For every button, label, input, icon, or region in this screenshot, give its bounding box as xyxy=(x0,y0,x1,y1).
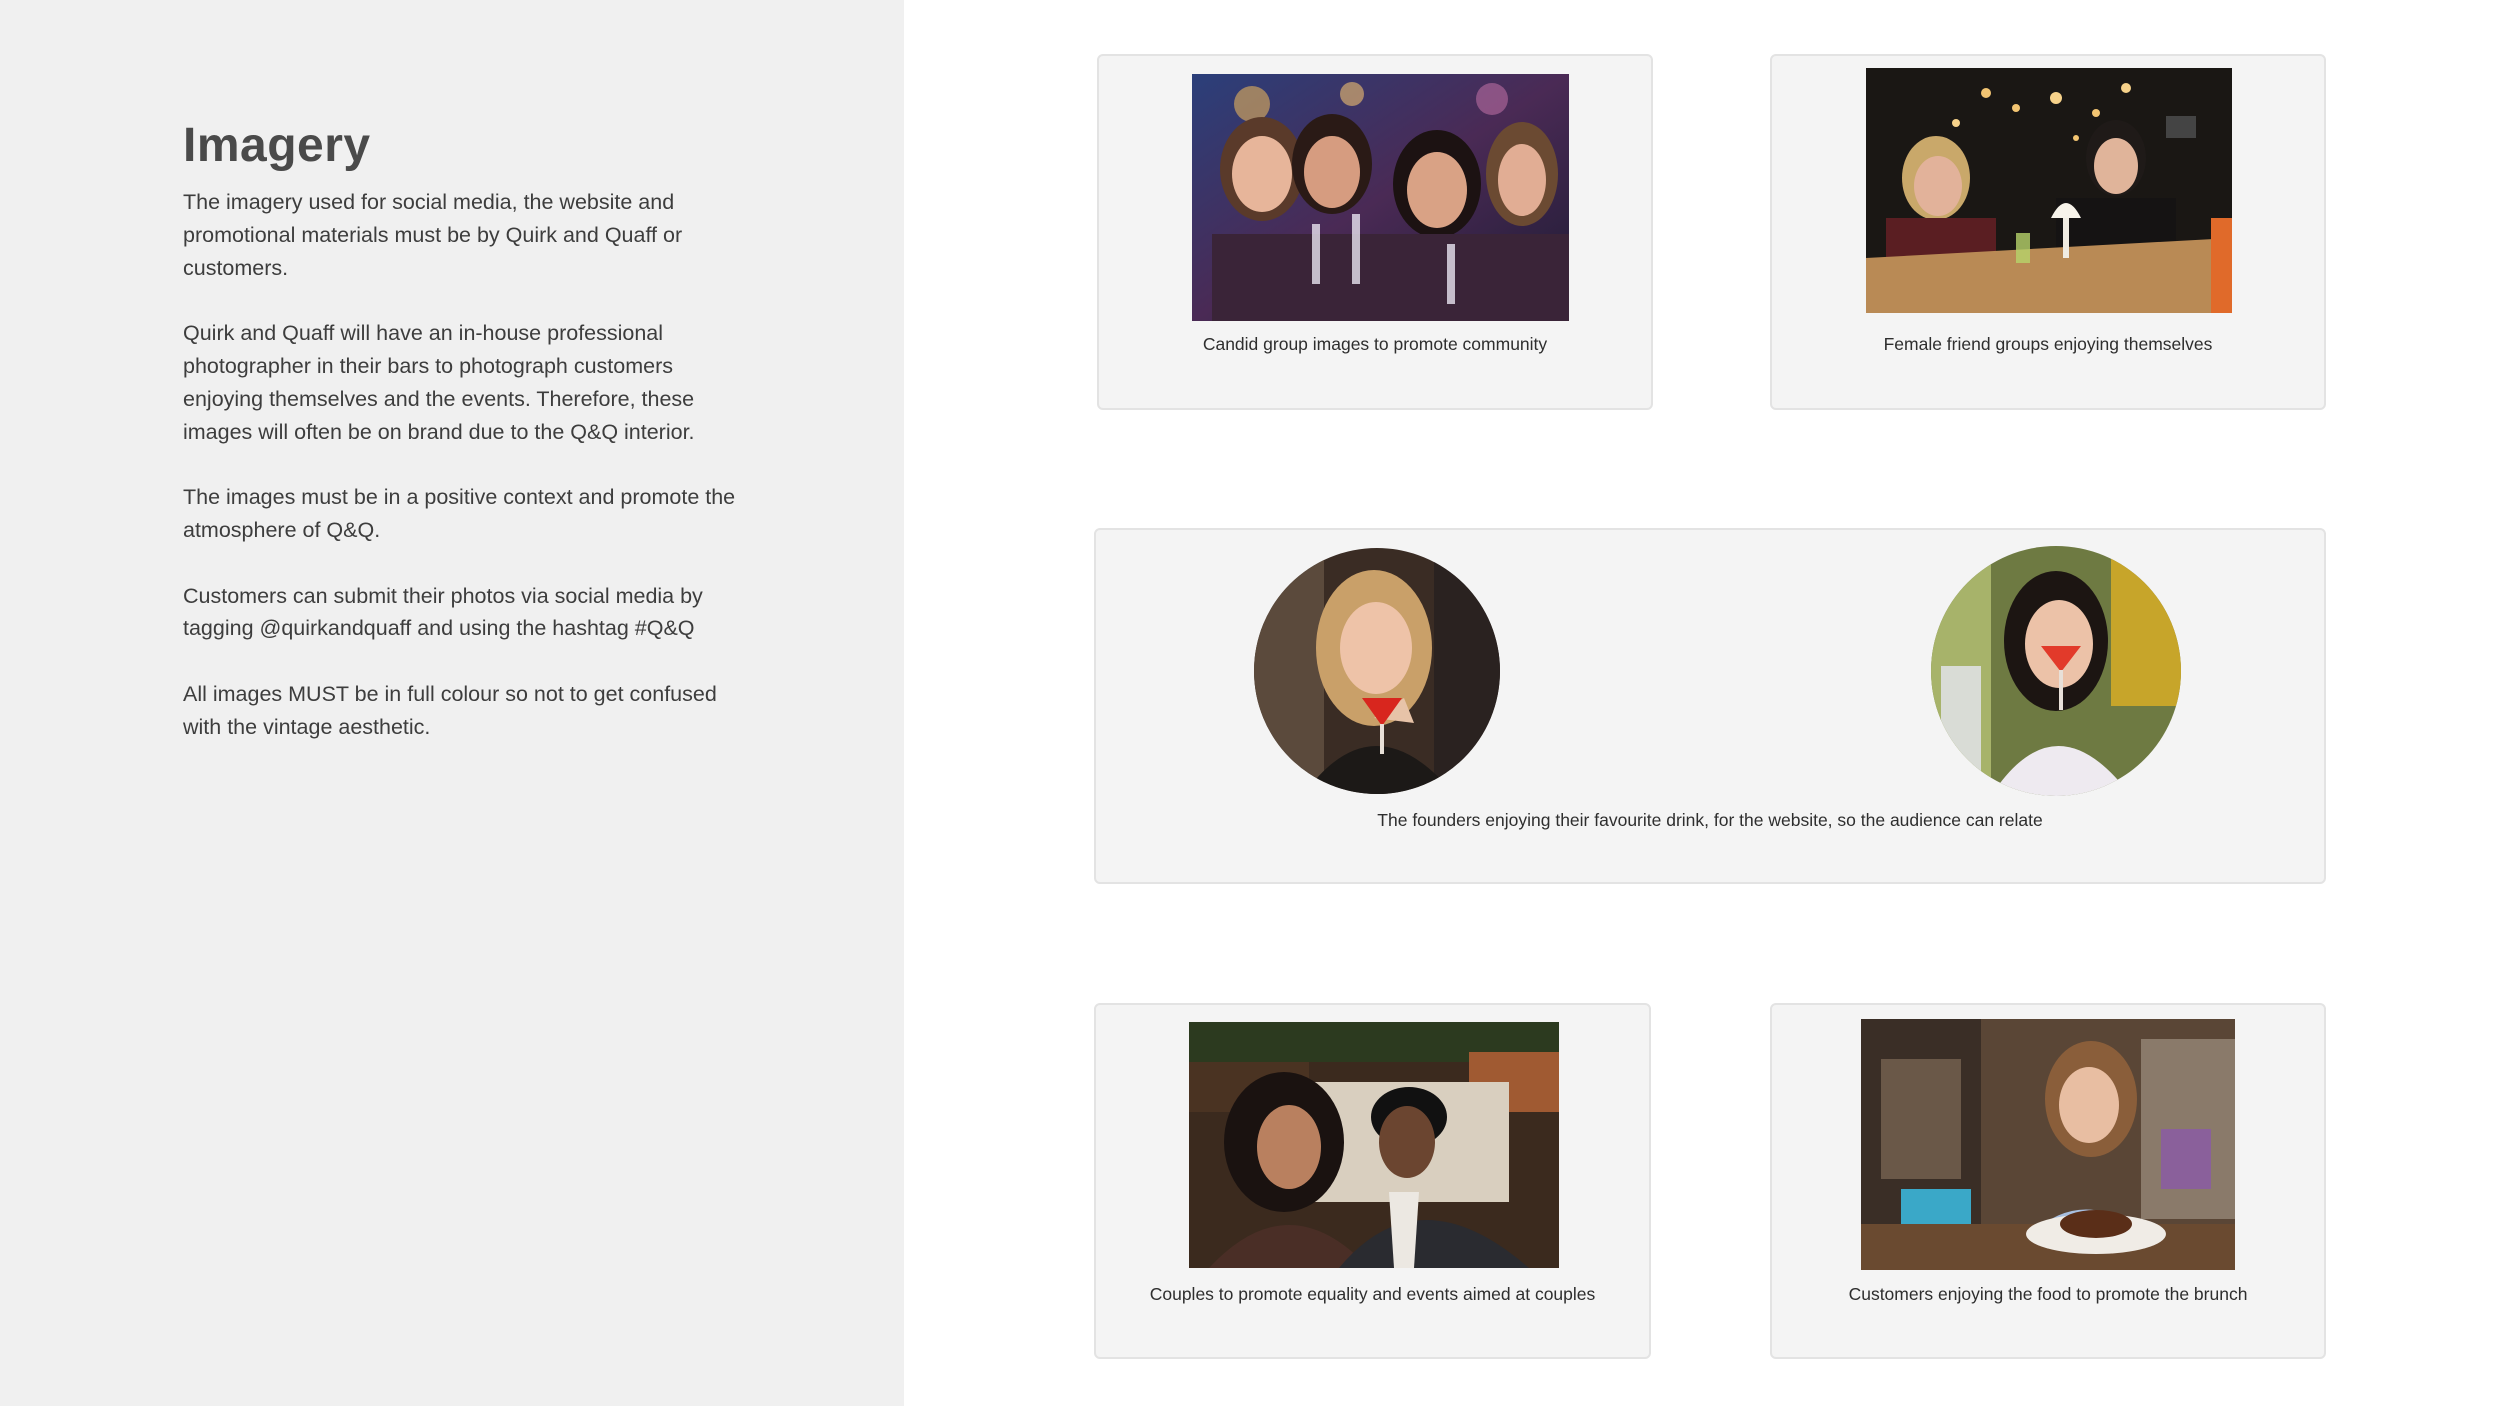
card-caption: Candid group images to promote community xyxy=(1202,334,1548,354)
brunch-photo xyxy=(1861,1019,2235,1270)
image-card-group: Candid group images to promote community xyxy=(1097,54,1653,410)
group-party-photo xyxy=(1192,74,1569,321)
friends-selfie-photo xyxy=(1866,68,2232,313)
image-card-brunch: Customers enjoying the food to promote t… xyxy=(1770,1003,2326,1359)
body-text: The imagery used for social media, the w… xyxy=(183,186,753,776)
paragraph-photographer: Quirk and Quaff will have an in-house pr… xyxy=(183,321,695,444)
paragraph-submission: Customers can submit their photos via so… xyxy=(183,583,703,641)
paragraph-usage: The imagery used for social media, the w… xyxy=(183,190,683,280)
card-caption: Customers enjoying the food to promote t… xyxy=(1848,1284,2248,1304)
couple-photo xyxy=(1189,1022,1559,1268)
card-caption: Couples to promote equality and events a… xyxy=(1149,1284,1596,1304)
founder-blonde-photo xyxy=(1254,548,1500,794)
left-panel: Imagery The imagery used for social medi… xyxy=(0,0,904,1406)
page-title: Imagery xyxy=(183,119,371,172)
card-caption: Female friend groups enjoying themselves xyxy=(1883,334,2213,354)
founder-brunette-photo xyxy=(1931,546,2181,796)
image-card-founders: The founders enjoying their favourite dr… xyxy=(1094,528,2326,884)
image-card-couple: Couples to promote equality and events a… xyxy=(1094,1003,1651,1359)
image-card-friends: Female friend groups enjoying themselves xyxy=(1770,54,2326,410)
paragraph-colour: All images MUST be in full colour so not… xyxy=(183,681,717,739)
card-caption: The founders enjoying their favourite dr… xyxy=(1377,810,2043,830)
paragraph-context: The images must be in a positive context… xyxy=(183,485,736,542)
